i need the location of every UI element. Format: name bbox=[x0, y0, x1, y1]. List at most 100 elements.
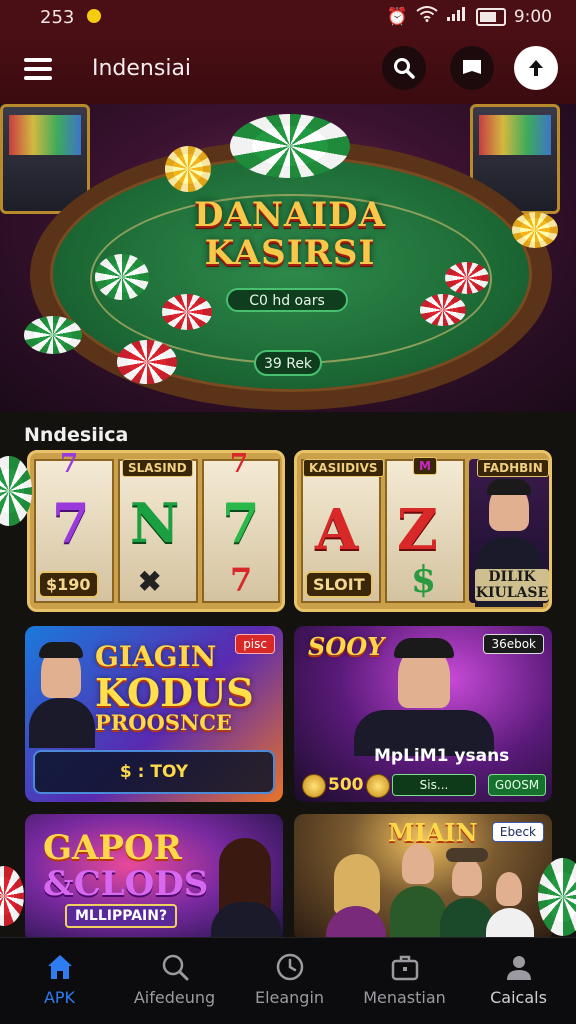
reel-symbol-7-purple: 7 bbox=[52, 491, 90, 555]
coin-icon-2 bbox=[366, 774, 390, 798]
hero-banner[interactable]: DANAIDA KASIRSI C0 hd oars 39 Rek bbox=[0, 104, 576, 412]
status-bar: 253 ⏰ 9:00 bbox=[0, 0, 576, 34]
nav-item-profile[interactable]: Caicals bbox=[461, 952, 576, 1007]
search-icon bbox=[160, 952, 190, 982]
slot-tag-2: KASIIDIVS bbox=[303, 459, 384, 477]
promo-headline-3: PROOSNCE bbox=[95, 710, 232, 735]
app-bar: Indensiai bbox=[0, 34, 576, 104]
reel-symbol-n: N bbox=[130, 491, 180, 555]
game-headline: MIAIN bbox=[388, 818, 478, 847]
chip-green-left bbox=[95, 254, 149, 300]
reel-symbol-a: A bbox=[315, 497, 359, 563]
host-hair bbox=[487, 479, 531, 495]
game-subtitle: MLLIPPAIN? bbox=[65, 904, 178, 928]
host-caption: DILIK KIULASE bbox=[475, 569, 549, 601]
promo-badge: pisc bbox=[235, 634, 275, 654]
nav-label: Eleangin bbox=[254, 988, 325, 1007]
reel-symbol-7-red: 7 bbox=[230, 561, 253, 599]
signal-icon bbox=[446, 6, 468, 27]
edge-chip-left-bottom bbox=[0, 866, 24, 926]
slot-card-2[interactable]: A Z $ KASIIDIVS FADHBIN M SLOIT DILIK KI… bbox=[294, 450, 552, 612]
nav-label: Menastian bbox=[363, 988, 446, 1007]
menu-icon[interactable] bbox=[24, 58, 52, 80]
figure-3-hat bbox=[446, 848, 488, 862]
chip-green-edge bbox=[24, 316, 82, 354]
promo-footer[interactable]: $ : TOY bbox=[33, 750, 275, 794]
game-headline-1: GAPOR bbox=[43, 828, 182, 868]
reel-symbol-7-green: 7 bbox=[222, 491, 260, 555]
status-right: ⏰ 9:00 bbox=[387, 6, 552, 27]
game-headline-2: &CLODS bbox=[43, 864, 209, 904]
nav-item-briefcase[interactable]: Menastian bbox=[347, 952, 462, 1007]
reel-symbol-7-top3: 7 bbox=[230, 450, 249, 479]
game-card-3[interactable]: GAPOR &CLODS MLLIPPAIN? bbox=[25, 814, 283, 942]
slot-card-1[interactable]: 7 N 7 7 7 7 ✖ SLASIND $190 bbox=[27, 450, 285, 612]
game-badge: Ebeck bbox=[491, 822, 544, 842]
nav-item-home[interactable]: APK bbox=[2, 952, 117, 1007]
nav-label: APK bbox=[43, 988, 76, 1007]
reel-symbol-dollar: $ bbox=[411, 559, 437, 601]
host-hair bbox=[394, 638, 454, 658]
chip-yellow-right bbox=[512, 212, 558, 248]
presenter-suit bbox=[29, 698, 95, 748]
search-icon bbox=[394, 58, 415, 79]
home-icon bbox=[45, 952, 75, 982]
status-time: 253 bbox=[40, 7, 75, 28]
chip-red-right bbox=[445, 262, 489, 294]
clock-icon bbox=[275, 952, 305, 982]
presenter-hair bbox=[39, 642, 83, 658]
figure-4 bbox=[496, 872, 522, 906]
nav-item-search[interactable]: Aifedeung bbox=[117, 952, 232, 1007]
chip-yellow bbox=[165, 146, 211, 192]
hero-pill[interactable]: C0 hd oars bbox=[226, 288, 348, 312]
action-button-right[interactable]: G0OSM bbox=[488, 774, 546, 796]
briefcase-icon bbox=[390, 952, 420, 982]
slot-top-right-tag: FADHBIN bbox=[477, 459, 549, 477]
coin-amount: 500 bbox=[328, 775, 364, 795]
search-button[interactable] bbox=[382, 46, 426, 90]
promo-card-2[interactable]: SOOY 36ebok MpLiM1 ysans 500 Sis... G0OS… bbox=[294, 626, 552, 802]
hero-title-line1: DANAIDA bbox=[193, 195, 387, 235]
action-button-left[interactable]: Sis... bbox=[392, 774, 476, 796]
reel-symbol-diamond: ✖ bbox=[138, 565, 162, 598]
nav-label: Aifedeung bbox=[133, 988, 216, 1007]
hero-title: DANAIDA KASIRSI bbox=[150, 196, 430, 272]
figure-2 bbox=[402, 844, 434, 884]
nav-item-clock[interactable]: Eleangin bbox=[232, 952, 347, 1007]
hero-pill-2[interactable]: 39 Rek bbox=[254, 350, 322, 376]
bottom-nav: APK Aifedeung Eleangin Menastian Caicals bbox=[0, 937, 576, 1024]
wifi-icon bbox=[416, 6, 438, 27]
figure-3 bbox=[452, 858, 482, 896]
chip-red-right2 bbox=[420, 294, 466, 326]
promo-headline-2: KODUS bbox=[95, 670, 254, 715]
promo-card-1[interactable]: GIAGIN KODUS PROOSNCE pisc $ : TOY bbox=[25, 626, 283, 802]
flag-button[interactable] bbox=[450, 46, 494, 90]
nav-label: Caicals bbox=[490, 988, 547, 1007]
chip-red-bottom bbox=[117, 340, 177, 384]
game-card-4[interactable]: MIAIN Ebeck bbox=[294, 814, 552, 942]
coin-icon bbox=[302, 774, 326, 798]
promo-badge-2: 36ebok bbox=[483, 634, 544, 654]
notification-dot bbox=[87, 9, 101, 23]
reel-symbol-z: Z bbox=[397, 497, 438, 563]
upload-button[interactable] bbox=[514, 46, 558, 90]
reel-symbol-7-top: 7 bbox=[60, 450, 79, 479]
promo-headline: SOOY bbox=[308, 632, 385, 661]
alarm-icon: ⏰ bbox=[386, 6, 408, 27]
slot-price-tag: $190 bbox=[38, 571, 99, 598]
chip-red-center bbox=[162, 294, 212, 330]
hero-title-line2: KASIRSI bbox=[204, 233, 376, 273]
slot-tag: SLASIND bbox=[122, 459, 193, 477]
figure-2-body bbox=[390, 886, 446, 942]
promo-caption: MpLiM1 ysans bbox=[374, 746, 510, 766]
promo-headline-1: GIAGIN bbox=[95, 640, 217, 673]
person-icon bbox=[504, 952, 534, 982]
battery-icon bbox=[475, 7, 506, 26]
app-title: Indensiai bbox=[92, 56, 192, 81]
figure-1-hair bbox=[334, 854, 380, 914]
arrow-up-icon bbox=[529, 60, 543, 76]
flag-icon bbox=[463, 60, 481, 74]
clock-text: 9:00 bbox=[513, 6, 552, 27]
section-title: Nndesiica bbox=[24, 424, 129, 446]
chip-stack-top bbox=[230, 114, 350, 178]
